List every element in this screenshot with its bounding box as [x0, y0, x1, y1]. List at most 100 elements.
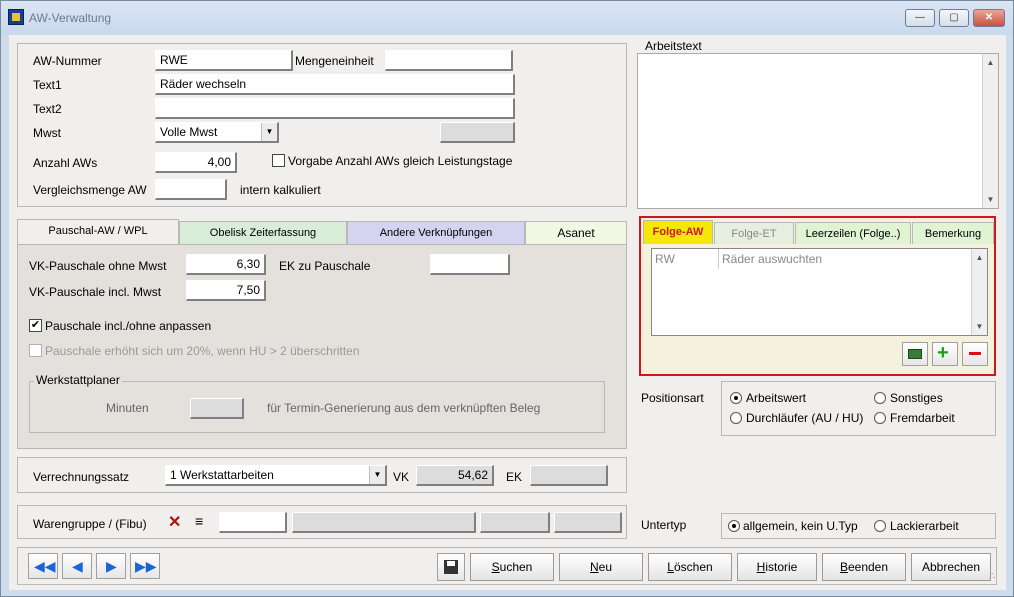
folge-scrollbar[interactable]: ▲ ▼: [971, 249, 987, 335]
app-window: AW-Verwaltung — ▢ ✕ AW-Nummer RWE Mengen…: [0, 0, 1014, 597]
positionsart-group: Arbeitswert Sonstiges Durchläufer (AU / …: [721, 381, 996, 436]
tab-obelisk[interactable]: Obelisk Zeiterfassung: [179, 221, 347, 245]
arbeitstext-scrollbar[interactable]: ▲ ▼: [982, 54, 998, 208]
list-item[interactable]: RW Räder auswuchten: [652, 249, 972, 269]
folge-remove-button[interactable]: [962, 342, 988, 366]
verrechnung-label: Verrechnungssatz: [33, 470, 130, 484]
arbeitstext-textarea[interactable]: ▲ ▼: [637, 53, 999, 209]
app-icon: [8, 9, 24, 25]
mengeneinheit-label: Mengeneinheit: [295, 54, 374, 68]
window-title: AW-Verwaltung: [29, 11, 112, 25]
folge-panel: Folge-AW Folge-ET Leerzeilen (Folge..) B…: [639, 216, 996, 376]
neu-mnemonic: N: [589, 560, 599, 574]
main-fields-panel: AW-Nummer RWE Mengeneinheit Text1 Räder …: [17, 43, 627, 207]
historie-button[interactable]: Historie: [737, 553, 817, 581]
text1-input[interactable]: Räder wechseln: [155, 74, 515, 95]
radio-durchlaeufer[interactable]: [730, 412, 742, 424]
last-icon: ▶▶: [135, 558, 157, 574]
anzahl-label: Anzahl AWs: [33, 156, 98, 170]
vk-incl-input[interactable]: 7,50: [186, 280, 266, 301]
vk-incl-label: VK-Pauschale incl. Mwst: [29, 285, 162, 299]
tab-folge-aw[interactable]: Folge-AW: [643, 220, 713, 244]
anzahl-input[interactable]: 4,00: [155, 152, 237, 173]
radio-arbeitswert[interactable]: [730, 392, 742, 404]
radio-sonstiges[interactable]: [874, 392, 886, 404]
first-record-button[interactable]: ◀◀: [28, 553, 58, 579]
clear-icon[interactable]: ✕: [168, 512, 181, 532]
save-button[interactable]: [437, 553, 465, 581]
arbeitstext-label: Arbeitstext: [645, 39, 702, 53]
ek-label: EK: [506, 470, 523, 484]
loeschen-label: öschen: [673, 560, 713, 574]
verrechnung-select-value: 1 Werkstattarbeiten: [170, 468, 274, 482]
allgemein-label: allgemein, kein U.Typ: [743, 519, 858, 533]
verrechnung-select[interactable]: 1 Werkstattarbeiten ▼: [165, 465, 387, 486]
scroll-up-icon[interactable]: ▲: [983, 55, 998, 70]
verrechnung-panel: Verrechnungssatz 1 Werkstattarbeiten ▼ V…: [17, 457, 627, 493]
vorgabe-checkbox[interactable]: [272, 154, 285, 167]
radio-fremdarbeit[interactable]: [874, 412, 886, 424]
warengruppe-input[interactable]: [219, 512, 287, 533]
text2-input[interactable]: [155, 98, 515, 119]
aw-nummer-input[interactable]: RWE: [155, 50, 293, 71]
client-area: AW-Nummer RWE Mengeneinheit Text1 Räder …: [9, 35, 1006, 590]
beenden-mnemonic: B: [839, 560, 848, 574]
next-icon: ▶: [106, 558, 117, 574]
untertyp-label: Untertyp: [641, 518, 687, 532]
neu-label: eu: [598, 560, 613, 574]
prev-record-button[interactable]: ◀: [62, 553, 92, 579]
radio-allgemein[interactable]: [728, 520, 740, 532]
tab-folge-et[interactable]: Folge-ET: [714, 222, 794, 244]
anpassen-checkbox[interactable]: ✔: [29, 319, 42, 332]
lackierarbeit-label: Lackierarbeit: [890, 519, 959, 533]
durchlaeufer-label: Durchläufer (AU / HU): [746, 411, 864, 425]
chevron-down-icon[interactable]: ▼: [369, 466, 385, 484]
fremdarbeit-label: Fremdarbeit: [890, 411, 955, 425]
mengeneinheit-input[interactable]: [385, 50, 513, 71]
list-icon[interactable]: ≡: [195, 513, 203, 529]
scroll-down-icon[interactable]: ▼: [972, 319, 987, 334]
folge-image-button[interactable]: [902, 342, 928, 366]
resize-grip-icon[interactable]: ∴: [989, 571, 995, 582]
tab-bemerkung[interactable]: Bemerkung: [912, 222, 994, 244]
maximize-button[interactable]: ▢: [939, 9, 969, 27]
scroll-down-icon[interactable]: ▼: [983, 192, 998, 207]
minimize-button[interactable]: —: [905, 9, 935, 27]
warengruppe-name-field: [292, 512, 476, 533]
tab-asanet[interactable]: Asanet: [525, 221, 627, 245]
mwst-label: Mwst: [33, 126, 61, 140]
vorgabe-label: Vorgabe Anzahl AWs gleich Leistungstage: [288, 154, 513, 168]
warengruppe-label: Warengruppe / (Fibu): [33, 517, 147, 531]
werkstattplaner-label: Werkstattplaner: [34, 373, 122, 387]
chevron-down-icon[interactable]: ▼: [261, 123, 277, 141]
ek-value: [530, 465, 608, 486]
bottom-toolbar: ◀◀ ◀ ▶ ▶▶ Suchen Neu Löschen Historie Be…: [17, 547, 997, 585]
close-button[interactable]: ✕: [973, 9, 1005, 27]
mwst-extra-field: [440, 122, 515, 143]
erhoeht-checkbox[interactable]: [29, 344, 42, 357]
next-record-button[interactable]: ▶: [96, 553, 126, 579]
folge-code: RW: [655, 252, 675, 266]
neu-button[interactable]: Neu: [559, 553, 643, 581]
mwst-select[interactable]: Volle Mwst ▼: [155, 122, 279, 143]
beenden-button[interactable]: Beenden: [822, 553, 906, 581]
warengruppe-field-2: [480, 512, 550, 533]
suchen-button[interactable]: Suchen: [470, 553, 554, 581]
folge-list[interactable]: RW Räder auswuchten ▲ ▼: [651, 248, 988, 336]
minuten-input[interactable]: [190, 398, 244, 419]
tab-pauschal[interactable]: Pauschal-AW / WPL: [17, 219, 179, 245]
last-record-button[interactable]: ▶▶: [130, 553, 160, 579]
vk-ohne-input[interactable]: 6,30: [186, 254, 266, 275]
suchen-label: uchen: [499, 560, 533, 574]
tab-andere[interactable]: Andere Verknüpfungen: [347, 221, 525, 245]
untertyp-group: allgemein, kein U.Typ Lackierarbeit: [721, 513, 996, 539]
folge-add-button[interactable]: +: [932, 342, 958, 366]
vk-ohne-label: VK-Pauschale ohne Mwst: [29, 259, 167, 273]
scroll-up-icon[interactable]: ▲: [972, 250, 987, 265]
abbrechen-button[interactable]: Abbrechen: [911, 553, 991, 581]
radio-lackierarbeit[interactable]: [874, 520, 886, 532]
tab-leerzeilen[interactable]: Leerzeilen (Folge..): [795, 222, 911, 244]
vergleich-input[interactable]: [155, 179, 227, 200]
loeschen-button[interactable]: Löschen: [648, 553, 732, 581]
ek-pauschale-input[interactable]: [430, 254, 510, 275]
